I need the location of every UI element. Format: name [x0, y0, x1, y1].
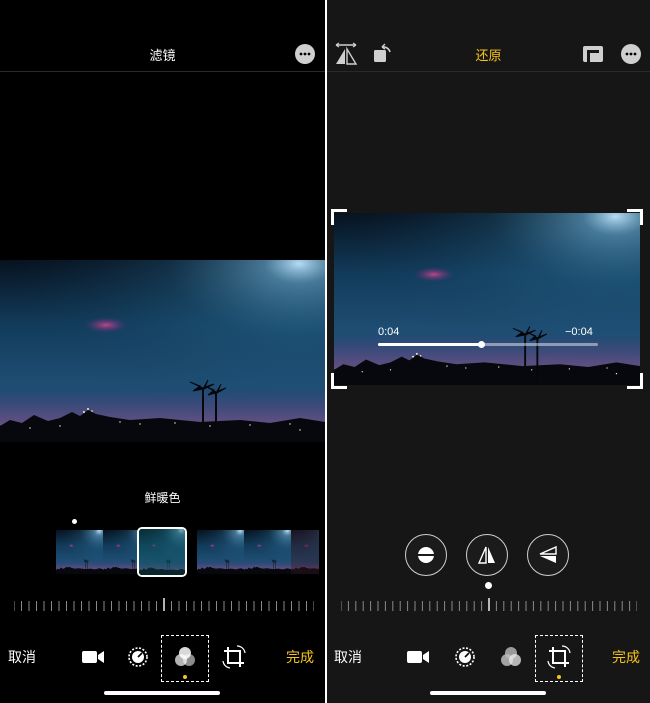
crop-editor-panel: 还原 0:04 −0:04 取消 完成	[327, 0, 650, 703]
video-scrubber[interactable]	[378, 341, 598, 348]
adjust-dial-icon[interactable]	[451, 643, 479, 671]
crop-handle-top-left[interactable]	[331, 209, 347, 225]
edit-toolbar: 取消 完成	[0, 635, 325, 682]
original-marker-dot	[72, 519, 77, 524]
filter-thumbnail[interactable]	[56, 530, 103, 574]
filter-name-label: 鲜暖色	[144, 491, 181, 505]
home-indicator	[104, 691, 220, 695]
crop-handle-bottom-right[interactable]	[627, 373, 643, 389]
ellipsis-circle-icon[interactable]	[295, 44, 315, 64]
filter-thumbnail[interactable]	[244, 530, 291, 574]
adjust-dial-icon[interactable]	[124, 643, 152, 671]
cancel-button[interactable]: 取消	[334, 647, 362, 667]
top-bar: 滤镜	[0, 0, 325, 72]
crop-rotate-icon[interactable]	[545, 643, 573, 671]
top-bar: 还原	[327, 0, 650, 72]
filter-thumbnail[interactable]	[291, 530, 319, 574]
active-tool-dot	[183, 675, 187, 679]
straighten-icon[interactable]	[405, 534, 447, 576]
photo-preview	[0, 260, 325, 442]
done-button[interactable]: 完成	[612, 647, 640, 667]
video-remaining-time: −0:04	[565, 326, 593, 338]
selected-filter-thumbnail[interactable]	[137, 527, 187, 577]
filters-icon[interactable]	[171, 643, 199, 671]
page-title: 滤镜	[149, 49, 176, 64]
crop-preview[interactable]: 0:04 −0:04	[334, 213, 640, 385]
crop-handle-top-right[interactable]	[627, 209, 643, 225]
intensity-slider[interactable]	[14, 598, 314, 612]
straighten-dial[interactable]	[341, 598, 637, 612]
home-indicator	[430, 691, 546, 695]
vertical-perspective-icon[interactable]	[466, 534, 508, 576]
scrubber-progress	[378, 343, 482, 346]
edit-toolbar: 取消 完成	[327, 635, 650, 682]
cancel-button[interactable]: 取消	[8, 647, 36, 667]
filter-thumbnail-strip[interactable]	[56, 530, 319, 574]
dial-marker	[485, 582, 492, 589]
filters-icon[interactable]	[497, 643, 525, 671]
filter-editor-panel: 滤镜 鲜暖色 取消 完成	[0, 0, 325, 703]
active-tool-dot	[557, 675, 561, 679]
video-elapsed-time: 0:04	[378, 326, 400, 338]
video-camera-icon[interactable]	[79, 643, 107, 671]
crop-handle-bottom-left[interactable]	[331, 373, 347, 389]
ellipsis-circle-icon[interactable]	[621, 44, 641, 64]
aspect-ratio-icon[interactable]	[582, 44, 604, 64]
crop-rotate-icon[interactable]	[220, 643, 248, 671]
filter-thumbnail[interactable]	[197, 530, 244, 574]
video-camera-icon[interactable]	[404, 643, 432, 671]
done-button[interactable]: 完成	[286, 647, 314, 667]
horizontal-perspective-icon[interactable]	[527, 534, 569, 576]
